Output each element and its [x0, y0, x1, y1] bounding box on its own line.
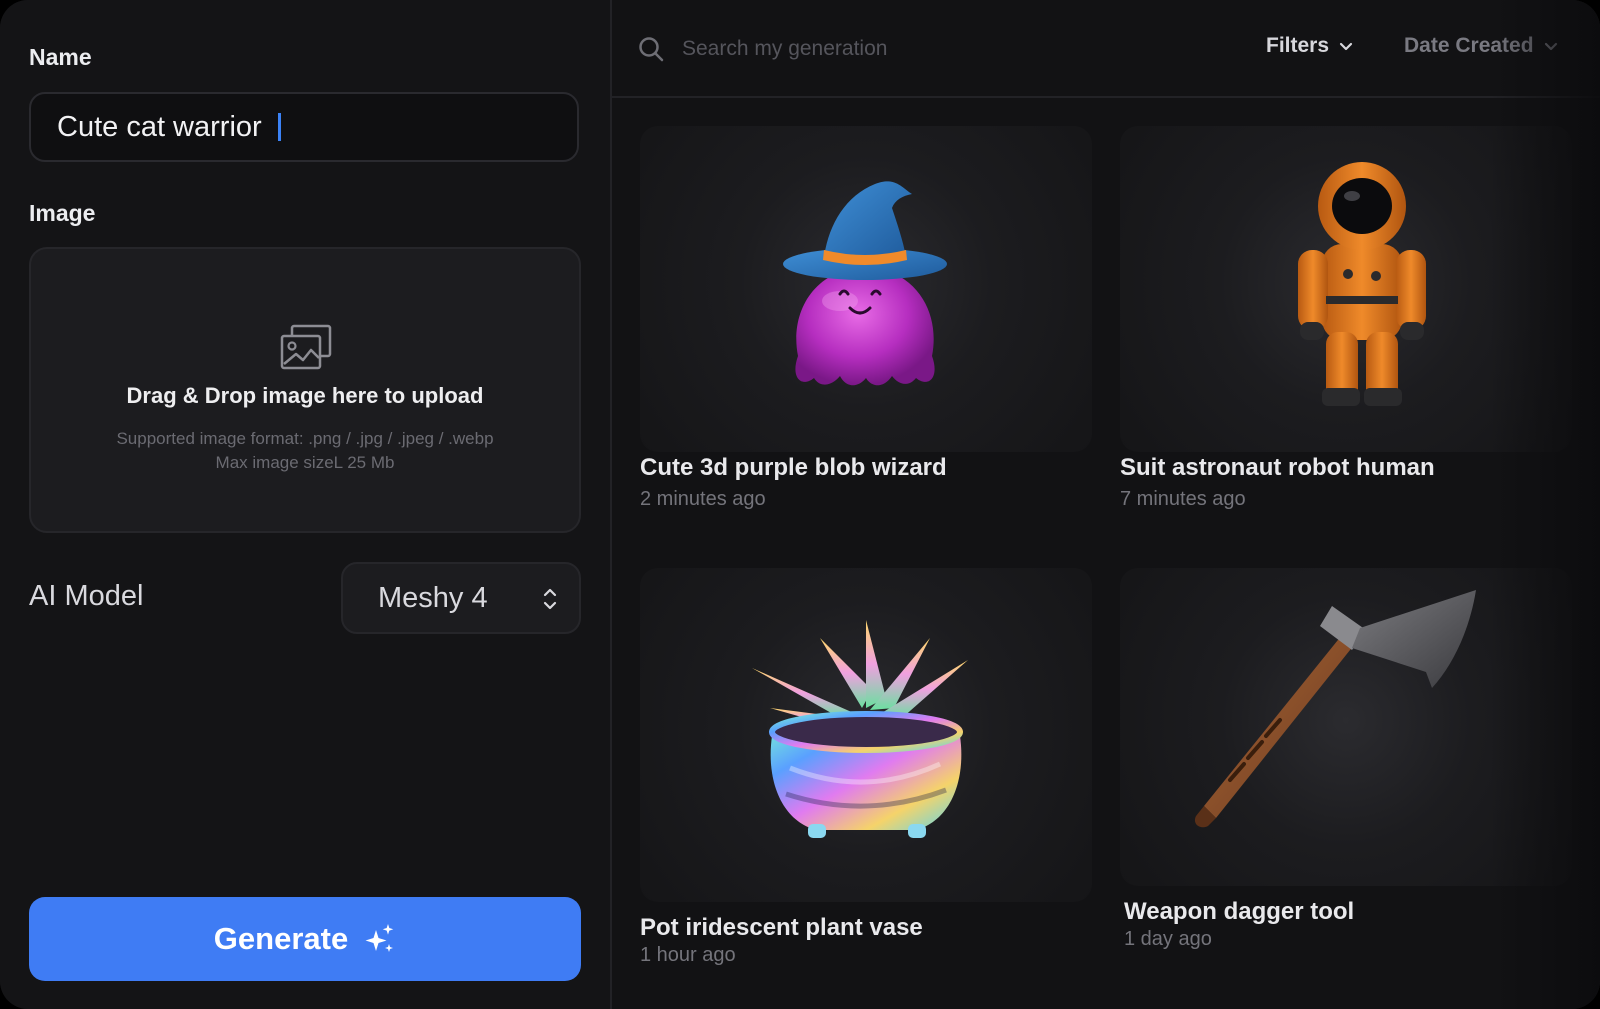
- axe-weapon-model-image: [1194, 590, 1476, 828]
- generation-time: 2 minutes ago: [640, 488, 766, 510]
- sparkle-icon: [365, 924, 394, 952]
- app-window: Name Cute cat warrior Image Drag & Drop …: [0, 0, 1600, 1009]
- generation-title: Weapon dagger tool: [1124, 898, 1355, 925]
- search-icon: [639, 37, 664, 62]
- dropzone-title: Drag & Drop image here to upload: [126, 383, 484, 408]
- generation-thumbnail[interactable]: [1120, 126, 1572, 452]
- generation-thumbnail[interactable]: [1120, 568, 1572, 886]
- chevron-up-down-icon: [543, 588, 557, 610]
- generation-thumbnail[interactable]: [640, 126, 1092, 452]
- dropzone-max-size: Max image sizeL 25 Mb: [215, 453, 395, 472]
- generation-form-panel: Name Cute cat warrior Image Drag & Drop …: [0, 0, 612, 1009]
- image-upload-icon: [280, 324, 332, 370]
- iridescent-plant-vase-model-image: [752, 620, 968, 838]
- astronaut-model-image: [1298, 162, 1426, 406]
- generation-thumbnail[interactable]: [640, 568, 1092, 902]
- filters-dropdown[interactable]: Filters: [1266, 34, 1353, 58]
- name-input[interactable]: Cute cat warrior: [29, 92, 579, 162]
- generation-time: 1 day ago: [1124, 928, 1212, 950]
- chevron-down-icon: [1544, 42, 1557, 50]
- generation-title: Cute 3d purple blob wizard: [640, 454, 947, 481]
- generation-title: Suit astronaut robot human: [1120, 454, 1435, 481]
- search-input[interactable]: [680, 30, 1104, 68]
- chevron-down-icon: [1339, 42, 1353, 50]
- name-input-value: Cute cat warrior: [57, 110, 262, 143]
- ai-model-label: AI Model: [29, 580, 144, 612]
- wizard-blob-model-image: [783, 181, 947, 386]
- ai-model-select[interactable]: Meshy 4: [341, 562, 581, 634]
- gallery-toolbar: Filters Date Created: [612, 0, 1600, 98]
- generation-time: 7 minutes ago: [1120, 488, 1246, 510]
- text-caret: [277, 113, 281, 141]
- sort-dropdown[interactable]: Date Created: [1404, 34, 1558, 58]
- generation-time: 1 hour ago: [640, 944, 736, 966]
- image-label: Image: [29, 200, 96, 226]
- generate-button[interactable]: Generate: [29, 897, 581, 981]
- generation-title: Pot iridescent plant vase: [640, 914, 923, 941]
- filters-label: Filters: [1266, 34, 1330, 57]
- image-dropzone[interactable]: Drag & Drop image here to upload Support…: [29, 247, 581, 533]
- name-label: Name: [29, 44, 92, 70]
- generate-button-label: Generate: [213, 921, 349, 956]
- sort-label: Date Created: [1404, 34, 1534, 57]
- generations-panel: Filters Date Created: [612, 0, 1600, 1009]
- dropzone-formats: Supported image format: .png / .jpg / .j…: [116, 429, 494, 448]
- ai-model-value: Meshy 4: [378, 581, 488, 614]
